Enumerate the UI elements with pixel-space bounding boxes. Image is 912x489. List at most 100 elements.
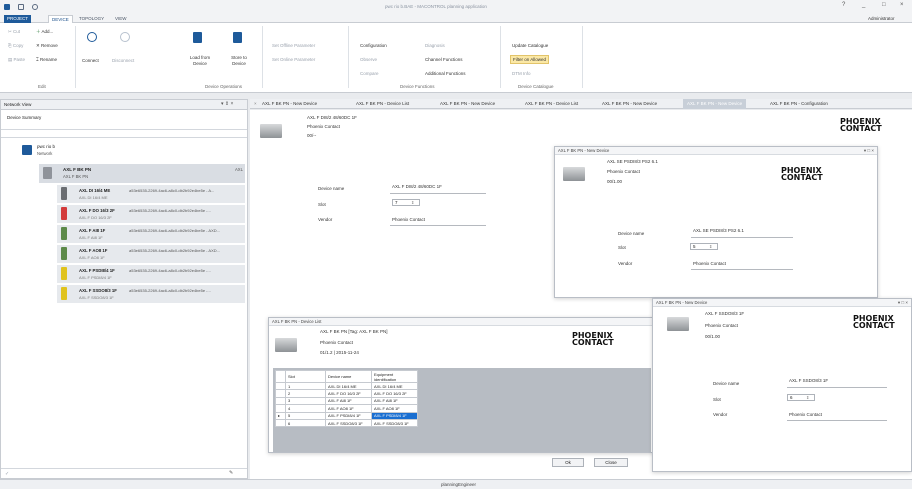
add-button[interactable]: ＋ Add... [36, 29, 53, 35]
set-offline-parameter-button[interactable]: Set Offline Parameter [272, 43, 315, 48]
edit-icon[interactable]: ✎ [229, 470, 233, 476]
channel-functions-button[interactable]: Channel Functions [425, 57, 463, 62]
cut-icon: ✂ [8, 29, 12, 34]
remove-button[interactable]: ✕ Remove [36, 43, 58, 49]
device-name-value[interactable]: AXL F DI8/2 48/60DC 1F [392, 184, 442, 189]
paste-label: Paste [13, 57, 26, 62]
table-row[interactable]: 3 AXL F AI8 1F AXL F AI8 1F [275, 396, 418, 406]
diagnosis-button[interactable]: Diagnosis [425, 43, 445, 48]
store-to-device-button[interactable]: Store to Device [228, 55, 250, 67]
new-device-window-psdi[interactable]: AXL F BK PN - New Device ▾ □ × AXL SE PSD… [554, 146, 878, 298]
slot-value: 5 [693, 244, 696, 249]
device-image [563, 167, 585, 181]
cut-button[interactable]: ✂ Cut [8, 29, 20, 35]
cell-equipment[interactable]: AXL DI 16/4 ME [371, 381, 418, 391]
cell-equipment[interactable]: AXL F SSDO8/3 1F [371, 418, 418, 428]
disconnect-button[interactable]: Disconnect [112, 58, 134, 63]
doc-tab[interactable]: AXL F BK PN - Configuration [770, 101, 828, 106]
module-row[interactable]: AXL F AO8 1F a53e6535-2269-4ac6-a8c0-db2b… [57, 245, 245, 263]
tab-topology[interactable]: TOPOLOGY [76, 15, 107, 23]
group-separator [582, 26, 583, 88]
table-row[interactable]: ▸ 5 AXL F PSDI8/4 1F AXL F PSDI8/4 1F [275, 411, 418, 420]
cell-equipment[interactable]: AXL F PSDI8/4 1F [371, 411, 418, 420]
device-summary-tab[interactable]: Device Summary [7, 115, 41, 120]
compare-button[interactable]: Compare [360, 71, 379, 76]
tab-view[interactable]: VIEW [112, 15, 130, 23]
column-header-slot[interactable]: Slot [285, 370, 326, 383]
device-name-value[interactable]: AXL F SSDO8/3 1F [789, 378, 828, 383]
stepper-arrows-icon[interactable]: ⇕ [806, 395, 809, 400]
module-name: AXL F SSDO8/3 1F [79, 288, 117, 293]
module-row[interactable]: AXL F SSDO8/3 1F a53e6535-2269-4ac6-a8c0-… [57, 285, 245, 303]
underline [691, 237, 793, 238]
doc-tab[interactable]: AXL F BK PN - New Device [262, 101, 317, 106]
doc-tab[interactable]: AXL F BK PN - Device List [525, 101, 578, 106]
tab-close-icon[interactable]: × [254, 101, 257, 106]
observe-button[interactable]: Observe [360, 57, 377, 62]
module-icon [61, 207, 67, 220]
window-controls[interactable]: ▾ □ × [864, 148, 874, 154]
doc-tab[interactable]: AXL F BK PN - New Device [602, 101, 657, 106]
device-list-window[interactable]: AXL F BK PN - Device List AXL F BK PN [T… [268, 317, 654, 453]
slot-stepper[interactable]: 6 ⇕ [787, 394, 815, 401]
connect-button[interactable]: Connect [82, 58, 99, 63]
main-device-version: 00/-- [307, 133, 317, 138]
table-row[interactable]: 2 AXL F DO 16/3 2F AXL F DO 16/3 2F [275, 389, 418, 398]
cell-slot: 2 [285, 389, 326, 398]
filter-on-allowed-button[interactable]: Filter on Allowed [510, 55, 550, 64]
set-online-parameter-button[interactable]: Set Online Parameter [272, 57, 315, 62]
search-field[interactable] [1, 129, 247, 138]
doc-tab[interactable]: AXL F BK PN - New Device [440, 101, 495, 106]
module-row[interactable]: AXL F AI8 1F a53e6535-2269-4ac6-a8c0-db2b… [57, 225, 245, 243]
configuration-button[interactable]: Configuration [360, 43, 387, 48]
cell-slot: 3 [285, 396, 326, 406]
tab-project[interactable]: PROJECT [4, 15, 32, 23]
additional-functions-button[interactable]: Additional Functions [425, 71, 466, 76]
table-row[interactable]: 1 AXL DI 16/4 ME AXL DI 16/4 ME [275, 381, 418, 391]
stepper-arrows-icon[interactable]: ⇕ [709, 244, 712, 249]
save-icon[interactable] [18, 4, 24, 10]
rename-button[interactable]: ⌶ Rename [36, 57, 57, 62]
device-vendor: Phoenix Contact [705, 323, 739, 328]
column-header-equipment[interactable]: Equipment identification [371, 370, 418, 383]
new-device-window-ssdo[interactable]: AXL F BK PN - New Device ▾ □ × AXL F SSDO… [652, 298, 912, 472]
module-row[interactable]: AXL F PSDI8/4 1F a53e6535-2269-4ac6-a8c0-… [57, 265, 245, 283]
stepper-arrows-icon[interactable]: ⇕ [411, 200, 414, 205]
table-row[interactable]: 6 AXL F SSDO8/3 1F AXL F SSDO8/3 1F [275, 418, 418, 428]
maximize-button[interactable]: □ [882, 2, 886, 8]
cell-equipment[interactable]: AXL F DO 16/3 2F [371, 389, 418, 398]
doc-tab[interactable]: AXL F BK PN - Device List [356, 101, 409, 106]
module-row[interactable]: AXL DI 16/4 ME a53e6535-2269-4ac6-a8c0-db… [57, 185, 245, 203]
copy-button[interactable]: ⎘ Copy [8, 43, 23, 48]
device-functions-group-label: Device Functions [400, 84, 435, 89]
help-button[interactable]: ? [842, 2, 845, 8]
panel-controls[interactable]: ▾ ⇕ × [221, 101, 233, 107]
dtm-info-button[interactable]: DTM Info [512, 71, 531, 76]
module-sub: AXL F PSDI8/4 1F [79, 275, 112, 280]
load-from-device-button[interactable]: Load from Device [188, 55, 212, 67]
tab-device[interactable]: DEVICE [48, 15, 73, 23]
table-row[interactable]: 4 AXL F AO8 1F AXL F AO8 1F [275, 404, 418, 413]
window-header: AXL F BK PN - New Device ▾ □ × [555, 147, 877, 155]
window-controls[interactable]: ▾ □ × [898, 300, 908, 306]
minimize-button[interactable]: _ [862, 2, 865, 8]
cell-equipment[interactable]: AXL F AI8 1F [371, 396, 418, 406]
cell-equipment[interactable]: AXL F AO8 1F [371, 404, 418, 413]
underline [390, 193, 486, 194]
update-catalogue-button[interactable]: Update Catalogue [512, 43, 548, 48]
column-header-device-name[interactable]: Device name [325, 370, 372, 383]
tree-network-node[interactable]: pwc rio b Network [19, 143, 139, 159]
coupler-row[interactable]: AXL F BK PN AXL F BK PN AXL [39, 164, 245, 183]
close-window-button[interactable]: × [900, 2, 904, 8]
coupler-icon [43, 167, 52, 179]
module-row[interactable]: AXL F DO 16/3 2F a53e6535-2269-4ac6-a8c0-… [57, 205, 245, 223]
close-button[interactable]: Close [594, 458, 628, 467]
ok-button[interactable]: Ok [552, 458, 584, 467]
row-indicator-header [275, 370, 286, 383]
doc-tab-active[interactable]: AXL F BK PN - New Device [683, 99, 747, 109]
paste-button[interactable]: ▤ Paste [8, 57, 25, 63]
slot-stepper[interactable]: 7 ⇕ [392, 199, 420, 206]
undo-icon[interactable] [32, 4, 38, 10]
slot-stepper[interactable]: 5 ⇕ [690, 243, 718, 250]
device-name-value[interactable]: AXL SE PSDI8/3 PS2 6.1 [693, 228, 744, 233]
